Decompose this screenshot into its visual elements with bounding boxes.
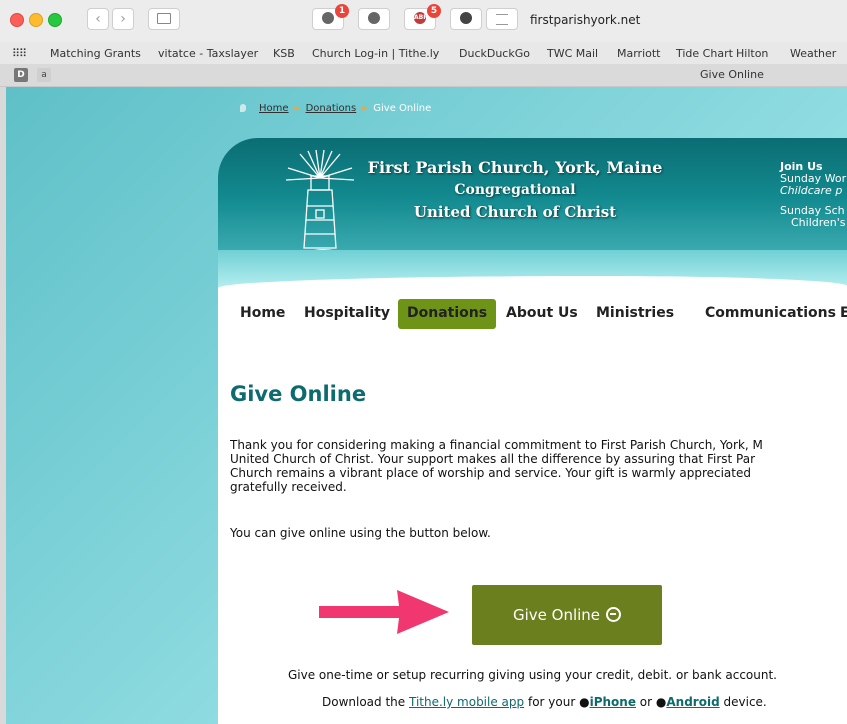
intro-paragraph: Thank you for considering making a finan… <box>230 438 763 494</box>
bookmark-taxslayer[interactable]: vitatce - Taxslayer <box>158 47 258 60</box>
church-title: First Parish Church, York, Maine <box>367 158 663 177</box>
ghost-icon <box>460 12 472 24</box>
forward-button[interactable]: › <box>112 8 134 30</box>
page-title: Give Online <box>230 382 367 406</box>
sidebar-icon <box>157 13 171 24</box>
pinned-tab-amazon[interactable]: a <box>37 68 51 82</box>
church-name-block: First Parish Church, York, Maine Congreg… <box>364 158 666 226</box>
apple-icon: ● <box>579 695 590 709</box>
site-banner: First Parish Church, York, Maine Congreg… <box>218 138 847 288</box>
reader-icon <box>496 14 508 25</box>
church-denomination: United Church of Christ <box>413 203 617 221</box>
join-us-line: Children's <box>791 216 846 229</box>
adblock-icon: ABP <box>414 12 428 24</box>
for-your-text: for your <box>527 695 576 709</box>
bookmark-tide-chart[interactable]: Tide Chart <box>676 47 733 60</box>
tithely-app-link[interactable]: Tithe.ly mobile app <box>409 695 524 709</box>
extension-button-4[interactable] <box>450 8 482 30</box>
url-text[interactable]: firstparishyork.net <box>530 13 640 27</box>
breadcrumb-separator: ▸ <box>362 103 368 114</box>
adblock-badge: 5 <box>427 4 441 18</box>
bookmark-tithely[interactable]: Church Log-in | Tithe.ly <box>312 47 439 60</box>
tab-give-online[interactable]: Give Online <box>700 68 764 81</box>
church-subtitle: Congregational <box>454 182 576 198</box>
zoom-window-button[interactable] <box>48 13 62 27</box>
breadcrumb-separator: ▸ <box>294 103 300 114</box>
notification-badge: 1 <box>335 4 349 18</box>
arrow-circle-right-icon <box>606 607 622 622</box>
extension-button-2[interactable] <box>358 8 390 30</box>
bookmarks-bar: ⠿⠿ Matching Grants vitatce - Taxslayer K… <box>0 42 847 65</box>
bookmark-matching-grants[interactable]: Matching Grants <box>50 47 141 60</box>
nav-ministries[interactable]: Ministries <box>596 305 674 321</box>
lock-icon <box>322 12 334 24</box>
back-button[interactable]: ‹ <box>87 8 109 30</box>
nav-about-us[interactable]: About Us <box>506 305 578 321</box>
extension-button-1[interactable]: 1 <box>312 4 349 30</box>
app-download-text: Download the Tithe.ly mobile app for you… <box>322 695 767 709</box>
privacy-icon <box>368 12 380 24</box>
recurring-giving-text: Give one-time or setup recurring giving … <box>288 668 777 682</box>
bookmark-weather[interactable]: Weather <box>790 47 836 60</box>
bookmark-twc-mail[interactable]: TWC Mail <box>547 47 598 60</box>
location-pin-icon <box>240 104 246 112</box>
device-text: device. <box>723 695 767 709</box>
breadcrumb: Home ▸ Donations ▸ Give Online <box>240 103 431 114</box>
breadcrumb-home[interactable]: Home <box>259 103 289 114</box>
breadcrumb-donations[interactable]: Donations <box>306 103 357 114</box>
tab-bar: D a Give Online <box>0 64 847 87</box>
android-link[interactable]: Android <box>666 695 719 709</box>
main-content: Home Hospitality Donations About Us Mini… <box>218 288 847 724</box>
pinned-tab-d[interactable]: D <box>14 68 28 82</box>
minimize-window-button[interactable] <box>29 13 43 27</box>
reader-button[interactable] <box>486 8 518 30</box>
bookmark-duckduckgo[interactable]: DuckDuckGo <box>459 47 530 60</box>
breadcrumb-current: Give Online <box>373 103 432 114</box>
nav-hospitality[interactable]: Hospitality <box>304 305 390 321</box>
or-text: or <box>639 695 653 709</box>
close-window-button[interactable] <box>10 13 24 27</box>
nav-communications[interactable]: Communications <box>705 305 836 321</box>
bookmark-hilton[interactable]: Hilton <box>736 47 768 60</box>
service-times: Join Us Sunday Wor Childcare p Sunday Sc… <box>780 161 846 229</box>
give-instruction: You can give online using the button bel… <box>230 526 491 540</box>
nav-home[interactable]: Home <box>240 305 285 321</box>
adblock-button[interactable]: ABP 5 <box>404 4 441 30</box>
give-online-label: Give Online <box>512 606 601 624</box>
android-icon: ● <box>655 695 667 709</box>
download-prefix: Download the <box>322 695 406 709</box>
give-online-button[interactable]: Give Online <box>472 585 662 645</box>
sidebar-toggle-button[interactable] <box>148 8 180 30</box>
browser-toolbar: ‹ › 1 ABP 5 firstparishyork.net <box>0 0 847 43</box>
nav-events[interactable]: E <box>840 305 847 321</box>
pink-arrow-annotation <box>319 590 449 634</box>
nav-donations[interactable]: Donations <box>398 299 497 329</box>
bookmark-ksb[interactable]: KSB <box>273 47 295 60</box>
grid-icon[interactable]: ⠿⠿ <box>12 47 27 60</box>
iphone-link[interactable]: iPhone <box>590 695 636 709</box>
bookmark-marriott[interactable]: Marriott <box>617 47 661 60</box>
join-us-line: Childcare p <box>780 184 843 197</box>
